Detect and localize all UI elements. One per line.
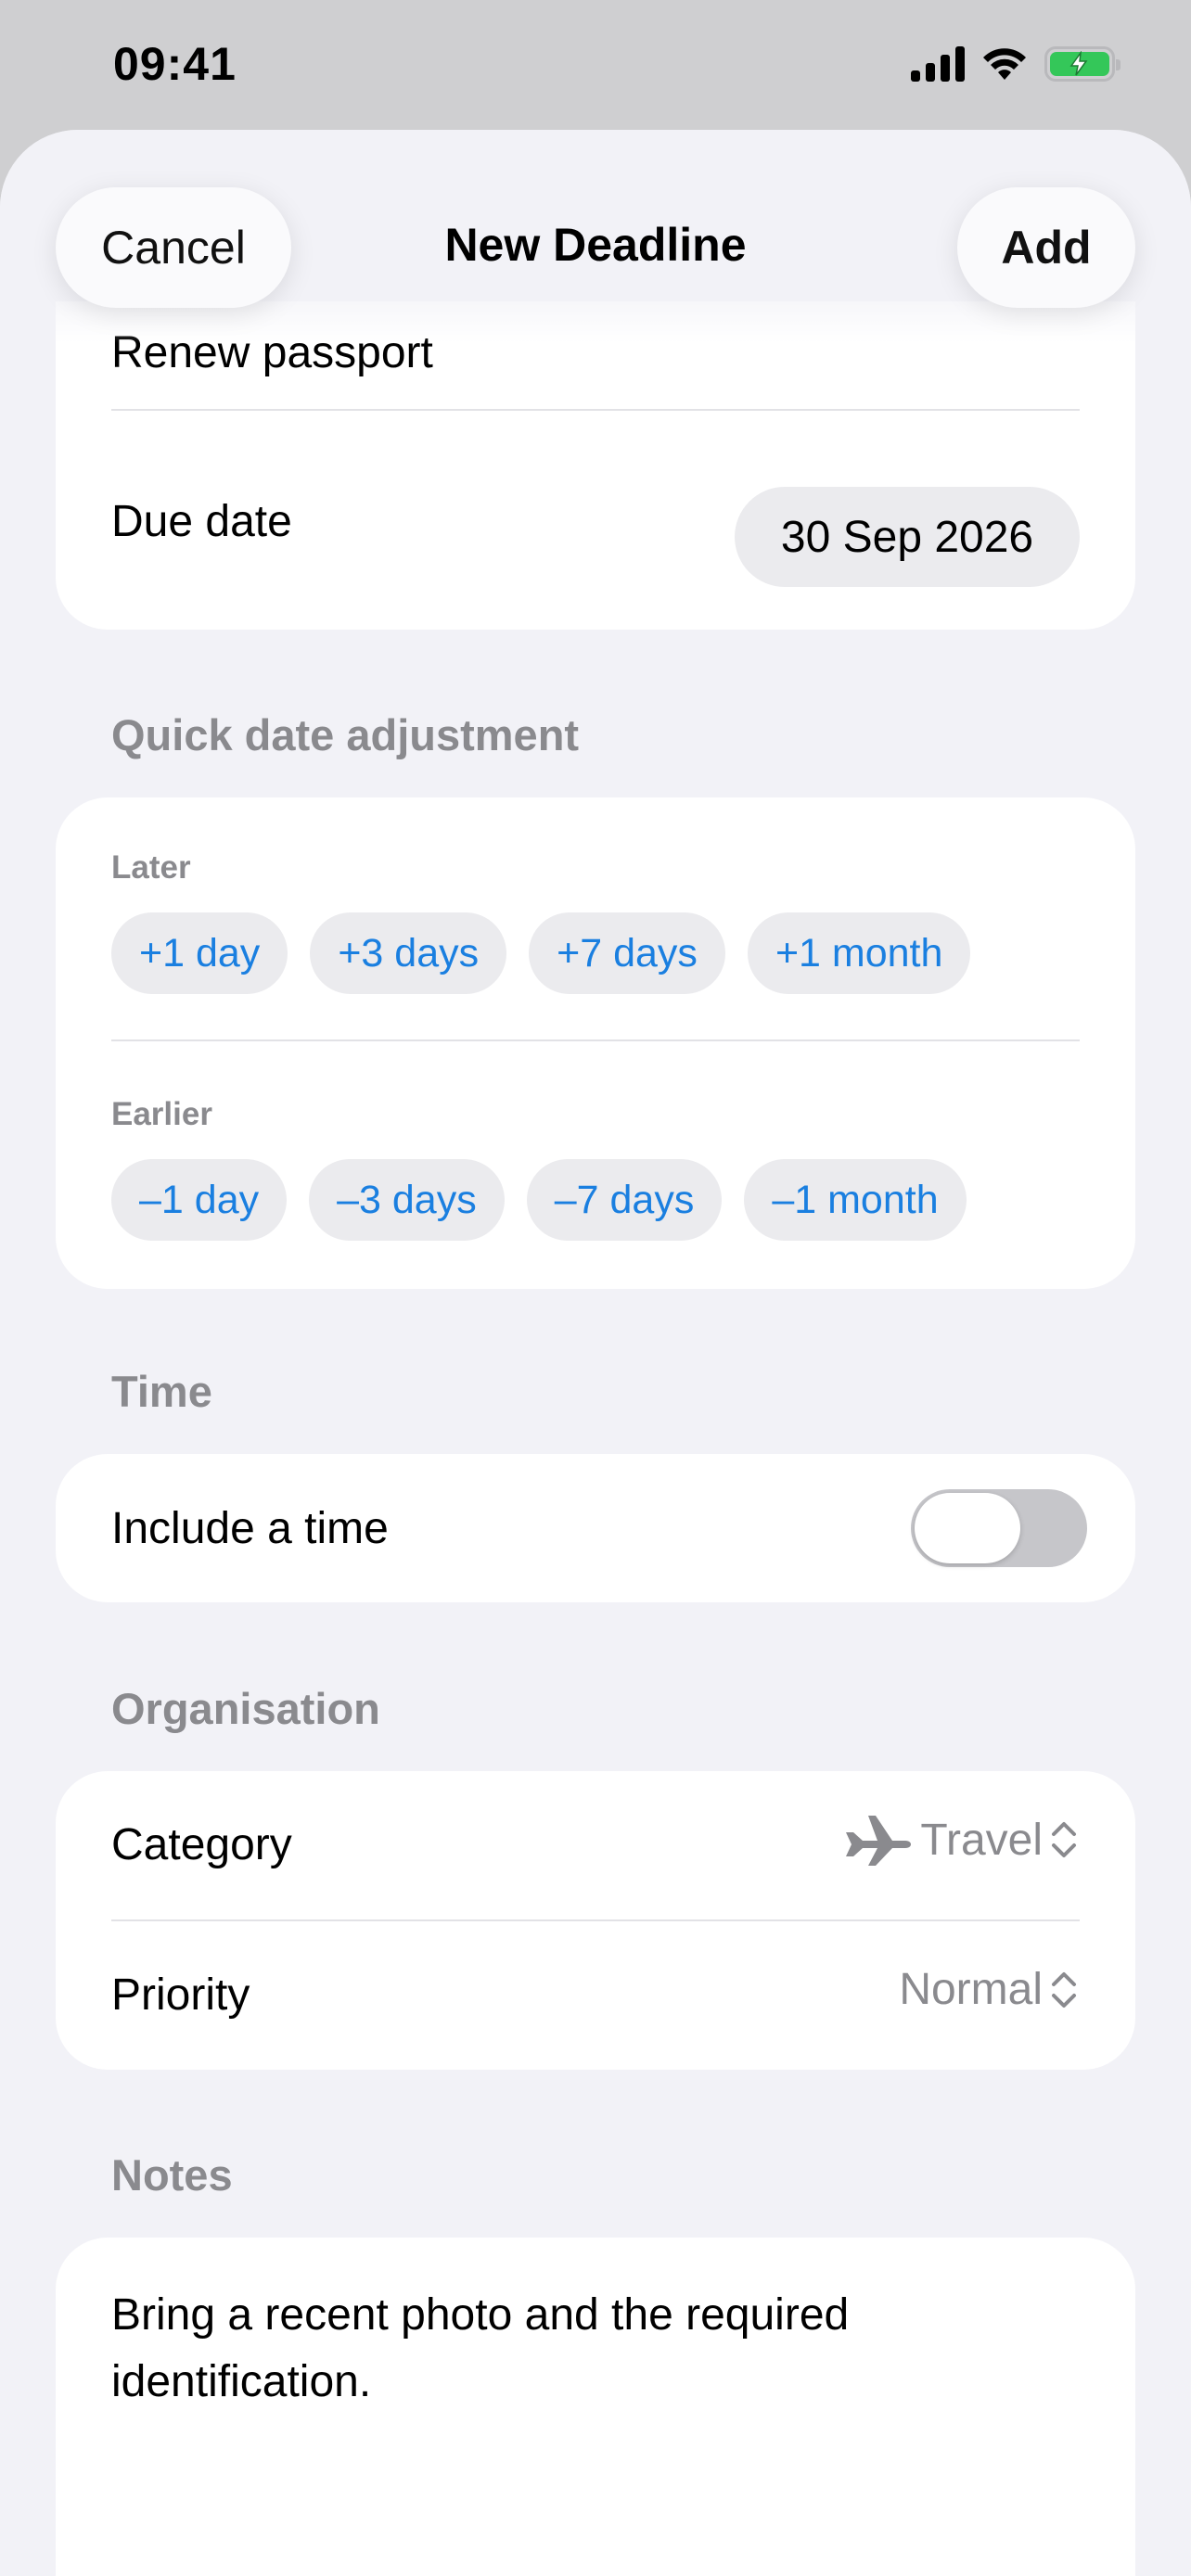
cellular-signal-icon xyxy=(911,46,965,82)
divider xyxy=(111,1919,1080,1921)
airplane-icon xyxy=(846,1816,912,1866)
category-picker[interactable]: Travel xyxy=(844,1810,1080,1869)
due-date-picker[interactable]: 30 Sep 2026 xyxy=(735,487,1080,587)
time-card: Include a time xyxy=(56,1454,1135,1602)
earlier-label: Earlier xyxy=(111,1096,212,1132)
notes-header: Notes xyxy=(111,2150,233,2200)
organisation-card: Category Travel Priority Normal xyxy=(56,1771,1135,2070)
due-date-label: Due date xyxy=(111,497,292,546)
time-header: Time xyxy=(111,1367,212,1416)
priority-label: Priority xyxy=(111,1970,250,2020)
title-field[interactable]: Renew passport xyxy=(111,327,433,378)
quick-adjust-card: Later +1 day +3 days +7 days +1 month Ea… xyxy=(56,797,1135,1289)
earlier-minus-1-day-button[interactable]: –1 day xyxy=(111,1159,288,1241)
organisation-header: Organisation xyxy=(111,1684,380,1733)
later-plus-1-month-button[interactable]: +1 month xyxy=(747,912,971,994)
category-value: Travel xyxy=(920,1815,1043,1865)
notes-card: Bring a recent photo and the required id… xyxy=(56,2238,1135,2576)
battery-icon xyxy=(1044,46,1121,82)
status-icons xyxy=(911,46,1121,82)
quick-adjust-header: Quick date adjustment xyxy=(111,710,580,759)
chevron-up-down-icon xyxy=(1052,1822,1076,1857)
later-label: Later xyxy=(111,849,191,886)
category-label: Category xyxy=(111,1820,292,1869)
chevron-up-down-icon xyxy=(1052,1971,1076,2008)
new-deadline-sheet: Cancel New Deadline Add Renew passport D… xyxy=(0,130,1191,2576)
add-button[interactable]: Add xyxy=(957,187,1135,308)
earlier-chip-row: –1 day –3 days –7 days –1 month xyxy=(111,1159,967,1241)
later-plus-1-day-button[interactable]: +1 day xyxy=(111,912,288,994)
earlier-minus-3-days-button[interactable]: –3 days xyxy=(309,1159,505,1241)
divider xyxy=(111,409,1080,411)
earlier-minus-1-month-button[interactable]: –1 month xyxy=(744,1159,967,1241)
later-plus-3-days-button[interactable]: +3 days xyxy=(310,912,507,994)
priority-value: Normal xyxy=(899,1965,1043,2014)
toggle-knob xyxy=(915,1493,1020,1563)
earlier-minus-7-days-button[interactable]: –7 days xyxy=(526,1159,723,1241)
wifi-icon xyxy=(983,48,1026,80)
later-plus-7-days-button[interactable]: +7 days xyxy=(529,912,725,994)
include-time-label: Include a time xyxy=(111,1504,389,1553)
notes-textarea[interactable]: Bring a recent photo and the required id… xyxy=(111,2282,1085,2416)
details-card: Renew passport Due date 30 Sep 2026 xyxy=(56,301,1135,630)
include-time-toggle[interactable] xyxy=(911,1489,1087,1567)
nav-bar: Cancel New Deadline Add xyxy=(0,130,1191,325)
status-bar: 09:41 xyxy=(0,0,1191,130)
later-chip-row: +1 day +3 days +7 days +1 month xyxy=(111,912,971,994)
status-time: 09:41 xyxy=(113,38,237,90)
priority-picker[interactable]: Normal xyxy=(899,1964,1080,2015)
divider xyxy=(111,1039,1080,1041)
